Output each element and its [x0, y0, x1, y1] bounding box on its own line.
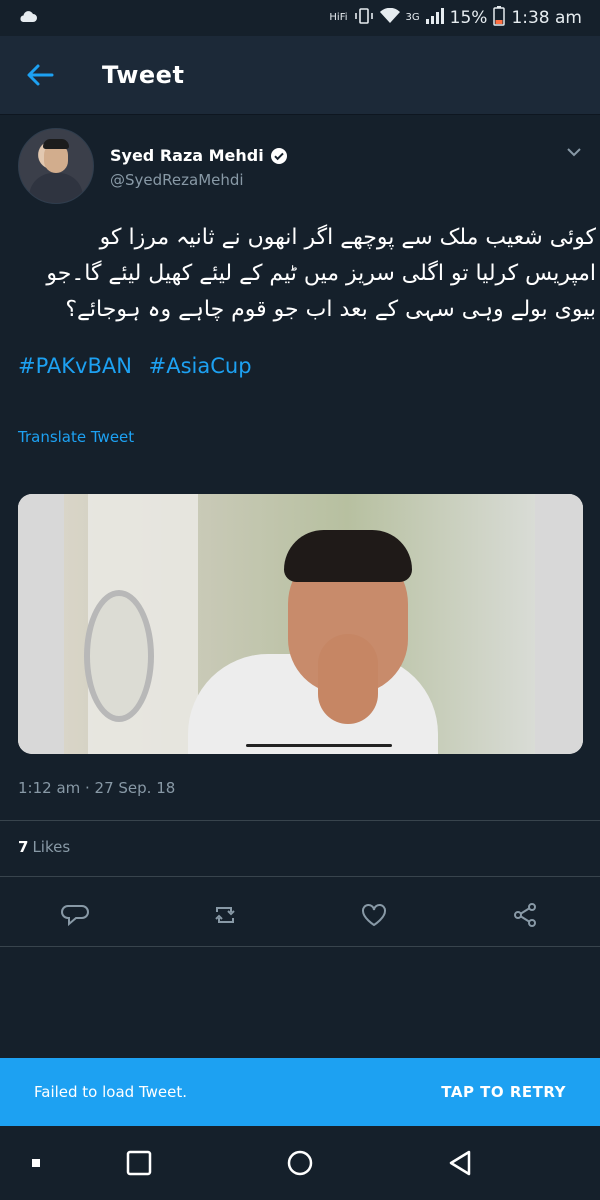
back-nav-button[interactable] [443, 1146, 477, 1180]
comment-icon [61, 905, 89, 927]
tweet-text: کوئی شعیب ملک سے پوچھے اگر انھوں نے ثانی… [18, 220, 600, 328]
likes-label: Likes [32, 838, 71, 856]
heart-icon [362, 904, 386, 927]
vibrate-icon [354, 7, 374, 30]
page-title: Tweet [102, 61, 185, 89]
reply-button[interactable] [60, 900, 90, 930]
tweet-video[interactable] [18, 494, 583, 754]
tweet-timestamp: 1:12 am · 27 Sep. 18 [18, 779, 176, 797]
author-name: Syed Raza Mehdi [110, 146, 264, 165]
toast-message: Failed to load Tweet. [34, 1083, 188, 1101]
battery-icon [493, 5, 506, 31]
likes-count: 7 [18, 838, 29, 856]
home-button[interactable] [283, 1146, 317, 1180]
hashtags: #PAKvBAN #AsiaCup [18, 354, 262, 378]
dot-icon [32, 1159, 40, 1167]
tweet-actions [0, 894, 600, 936]
share-icon [514, 903, 536, 927]
signal-icon [425, 7, 444, 29]
divider [0, 876, 600, 877]
hashtag-link[interactable]: #PAKvBAN [18, 354, 132, 378]
recents-button[interactable] [122, 1146, 156, 1180]
verified-badge-icon [270, 147, 287, 164]
chevron-down-icon [567, 148, 581, 157]
square-icon [126, 1150, 152, 1176]
clock: 1:38 am [511, 8, 582, 28]
avatar[interactable] [18, 128, 94, 204]
wifi-icon [379, 7, 400, 29]
mirror-image [84, 590, 154, 722]
like-button[interactable] [359, 900, 389, 930]
share-button[interactable] [510, 900, 540, 930]
battery-percent: 15% [449, 8, 488, 28]
retweet-icon [215, 907, 235, 923]
back-button[interactable] [0, 36, 80, 114]
tweet-text-line: بیوی بولے وہی سہی کے بعد اب جو قوم چاہے … [65, 297, 596, 322]
circle-icon [287, 1150, 313, 1176]
network-type: 3G [405, 12, 420, 23]
app-bar: Tweet [0, 36, 600, 115]
author-info[interactable]: Syed Raza Mehdi @SyedRezaMehdi [110, 146, 288, 189]
likes-count-link[interactable]: 7 Likes [18, 838, 70, 856]
translate-tweet-link[interactable]: Translate Tweet [18, 428, 134, 446]
system-nav-bar [0, 1126, 600, 1200]
error-toast: Failed to load Tweet. TAP TO RETRY [0, 1058, 600, 1126]
divider [0, 820, 600, 821]
author-handle: @SyedRezaMehdi [110, 171, 244, 189]
retry-button[interactable]: TAP TO RETRY [441, 1083, 566, 1101]
retweet-button[interactable] [210, 900, 240, 930]
hashtag-link[interactable]: #AsiaCup [149, 354, 252, 378]
video-progress-bar[interactable] [246, 744, 392, 747]
tweet-text-line: کوئی شعیب ملک سے پوچھے اگر انھوں نے ثانی… [99, 225, 596, 250]
tweet-text-line: امپریس کرلیا تو اگلی سریز میں ٹیم کے لیئ… [46, 261, 596, 286]
nav-dot-button[interactable] [20, 1146, 54, 1180]
more-options-button[interactable] [564, 142, 584, 162]
tweet-header: Syed Raza Mehdi @SyedRezaMehdi [18, 128, 584, 210]
divider [0, 946, 600, 947]
cloud-icon [18, 8, 38, 28]
status-bar: HiFi 3G 15% 1:38 am [0, 0, 600, 36]
hifi-indicator: HiFi [329, 12, 348, 23]
triangle-back-icon [449, 1150, 471, 1176]
arrow-left-icon [27, 64, 54, 86]
